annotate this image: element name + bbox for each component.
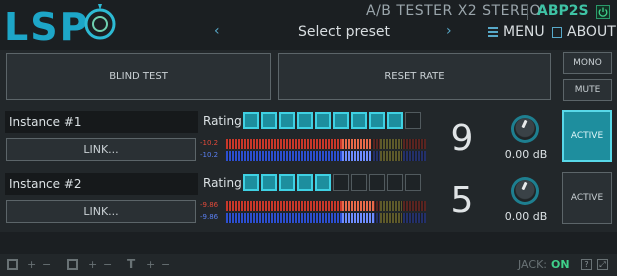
about-button[interactable]: ABOUT — [567, 24, 616, 40]
meter-right-value: -9.86 — [200, 213, 219, 221]
rating-segment[interactable] — [243, 112, 259, 129]
header-bar: LSP A/B TESTER X2 STEREO ABP2S ‹ Select … — [0, 0, 617, 50]
chevron-right-icon[interactable]: › — [446, 23, 452, 39]
remove-icon[interactable]: − — [103, 258, 112, 271]
gain-panel: 0.00 dB — [496, 170, 556, 230]
header-separator — [527, 5, 528, 20]
rating-segment[interactable] — [351, 112, 367, 129]
mute-button[interactable]: MUTE — [563, 79, 612, 101]
add-icon[interactable]: + — [146, 258, 155, 271]
link-button[interactable]: LINK... — [6, 200, 196, 223]
chevron-left-icon[interactable]: ‹ — [214, 23, 220, 39]
rating-segment[interactable] — [333, 112, 349, 129]
text-icon[interactable]: T — [127, 257, 135, 271]
knob-pointer — [521, 181, 528, 191]
gain-value: 0.00 dB — [504, 148, 548, 161]
rating-segment[interactable] — [351, 174, 367, 191]
instance-row-2: Instance #2 LINK... Rating -9.86 -9.86 5… — [0, 170, 617, 232]
menu-icon — [488, 27, 498, 38]
resize-icon[interactable]: ⤢ — [597, 259, 608, 270]
rating-display: 5 — [432, 170, 492, 230]
menu-button[interactable]: MENU — [503, 24, 545, 40]
rating-bar[interactable] — [243, 112, 425, 129]
lsp-logo: LSP — [4, 4, 116, 48]
rating-segment[interactable] — [405, 174, 421, 191]
svg-text:LSP: LSP — [4, 5, 89, 48]
add-icon[interactable]: + — [27, 258, 36, 271]
instance-row-1: Instance #1 LINK... Rating -10.2 -10.2 9… — [0, 108, 617, 170]
preset-selector[interactable]: Select preset — [298, 24, 390, 40]
about-icon — [552, 27, 562, 38]
gain-value: 0.00 dB — [504, 210, 548, 223]
help-icon[interactable]: ? — [581, 259, 592, 270]
meter-peak — [342, 213, 374, 223]
rating-segment[interactable] — [333, 174, 349, 191]
rating-label: Rating — [203, 176, 242, 190]
knob-pointer — [521, 119, 528, 129]
link-button[interactable]: LINK... — [6, 138, 196, 161]
instance-name-field[interactable]: Instance #1 — [5, 111, 198, 133]
meter-peak — [342, 201, 374, 211]
add-icon[interactable]: + — [88, 258, 97, 271]
gain-panel: 0.00 dB — [496, 108, 556, 168]
gain-knob[interactable] — [511, 177, 539, 205]
rating-segment[interactable] — [369, 112, 385, 129]
footer-bar: + − + − T + − JACK: ON ? ⤢ — [0, 254, 617, 276]
meter-warning-zone — [380, 151, 402, 161]
rating-segment[interactable] — [297, 112, 313, 129]
power-icon[interactable] — [596, 5, 610, 19]
preset-bar: ‹ Select preset › MENU ABOUT — [200, 22, 617, 44]
rating-segment[interactable] — [297, 174, 313, 191]
rating-segment[interactable] — [387, 174, 403, 191]
meter-left-value: -10.2 — [200, 139, 219, 147]
rating-bar[interactable] — [243, 174, 425, 191]
jack-status: ON — [551, 258, 570, 271]
rating-segment[interactable] — [243, 174, 259, 191]
level-meter — [226, 201, 426, 223]
active-button[interactable]: ACTIVE — [562, 110, 612, 162]
rating-segment[interactable] — [369, 174, 385, 191]
level-meter — [226, 139, 426, 161]
rating-segment[interactable] — [315, 174, 331, 191]
remove-icon[interactable]: − — [42, 258, 51, 271]
rating-segment[interactable] — [315, 112, 331, 129]
remove-icon[interactable]: − — [161, 258, 170, 271]
rating-segment[interactable] — [261, 112, 277, 129]
instance-name-field[interactable]: Instance #2 — [5, 173, 198, 195]
plugin-id: ABP2S — [537, 3, 589, 19]
mono-button[interactable]: MONO — [563, 52, 612, 74]
rating-segment[interactable] — [387, 112, 403, 129]
group-icon[interactable] — [67, 259, 78, 270]
blind-test-button[interactable]: BLIND TEST — [6, 53, 271, 100]
control-row: BLIND TEST RESET RATE MONO MUTE — [0, 50, 617, 108]
meter-warning-zone — [380, 139, 402, 149]
rating-segment[interactable] — [261, 174, 277, 191]
jack-label: JACK: — [518, 258, 547, 271]
meter-left-value: -9.86 — [200, 201, 219, 209]
meter-peak — [342, 151, 372, 161]
meter-warning-zone — [380, 201, 402, 211]
meter-peak — [342, 139, 372, 149]
plugin-title: A/B TESTER X2 STEREO — [366, 3, 542, 19]
gain-knob[interactable] — [511, 115, 539, 143]
rating-label: Rating — [203, 114, 242, 128]
meter-warning-zone — [380, 213, 402, 223]
window-icon[interactable] — [7, 259, 18, 270]
rating-display: 9 — [432, 108, 492, 168]
active-button[interactable]: ACTIVE — [562, 172, 612, 224]
rating-segment[interactable] — [405, 112, 421, 129]
meter-right-value: -10.2 — [200, 151, 219, 159]
rating-segment[interactable] — [279, 112, 295, 129]
rating-segment[interactable] — [279, 174, 295, 191]
reset-rate-button[interactable]: RESET RATE — [278, 53, 551, 100]
